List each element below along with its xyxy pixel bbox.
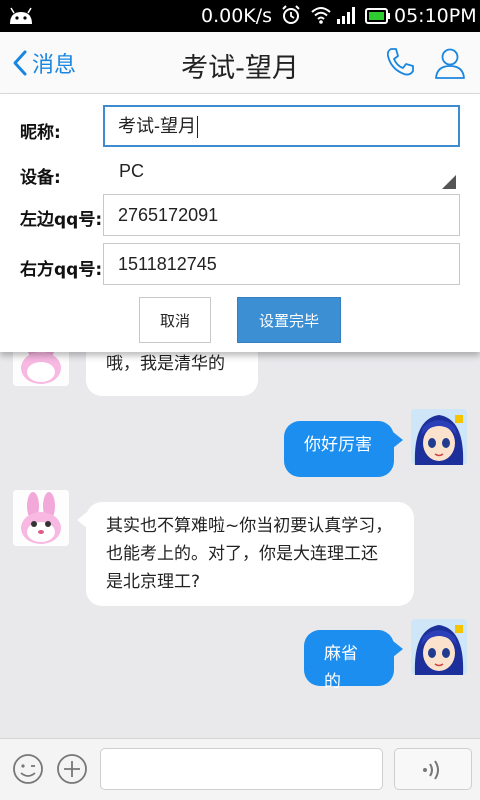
contact-avatar[interactable] [13,490,69,546]
left-qq-label: 左边qq号: [20,210,103,230]
network-speed: 0.00K/s [201,5,273,27]
anime-girl-avatar-icon [411,409,467,465]
message-bubble[interactable]: 其实也不算难啦~你当初要认真学习，也能考上的。对了，你是大连理工还是北京理工? [86,502,414,606]
left-qq-value: 2765172091 [118,205,219,225]
message-bubble[interactable]: 你好厉害 [284,421,394,477]
text-caret [197,116,198,139]
message-text: 你好厉害 [304,435,372,455]
my-avatar[interactable] [411,619,467,675]
input-bar [0,738,480,800]
right-qq-field[interactable]: 1511812745 [103,243,460,285]
phone-icon[interactable] [384,46,416,78]
chat-header: 消息 考试-望月 [0,32,480,94]
android-icon [10,7,32,24]
dropdown-arrow-icon [442,175,456,189]
nickname-value: 考试-望月 [118,116,196,136]
voice-button[interactable] [394,748,472,790]
message-text: 其实也不算难啦~你当初要认真学习，也能考上的。对了，你是大连理工还是北京理工? [106,516,393,592]
battery-icon [365,8,390,24]
nickname-label: 昵称: [20,123,61,143]
anime-girl-avatar-icon [411,619,467,675]
wifi-icon [311,7,331,24]
rabbit-avatar-icon [13,490,69,546]
right-qq-label: 右方qq号: [20,260,103,280]
cancel-button[interactable]: 取消 [139,297,211,343]
status-bar: 0.00K/s 05:10PM [0,0,480,32]
device-label: 设备: [20,168,61,188]
message-bubble[interactable]: 麻省的 [304,630,394,692]
user-icon[interactable] [433,46,467,80]
right-qq-value: 1511812745 [118,254,217,274]
left-qq-field[interactable]: 2765172091 [103,194,460,236]
my-avatar[interactable] [411,409,467,465]
settings-panel: 昵称: 考试-望月 设备: PC 左边qq号: 2765172091 右方qq号… [0,94,480,352]
alarm-icon [282,5,300,24]
voice-icon [423,760,439,780]
bubble-tail [77,512,87,528]
message-text: 麻省的 [324,644,358,692]
emoji-icon[interactable] [12,753,44,785]
device-value: PC [119,161,145,181]
done-button[interactable]: 设置完毕 [237,297,341,343]
bubble-tail [393,641,403,657]
bubble-tail [393,432,403,448]
device-select[interactable]: PC [103,153,460,189]
plus-icon[interactable] [56,753,88,785]
message-input[interactable] [100,748,383,790]
message-text: 哦，我是清华的 [106,354,225,374]
nickname-field[interactable]: 考试-望月 [103,105,460,147]
clock: 05:10PM [394,5,477,27]
signal-icon [337,7,355,24]
